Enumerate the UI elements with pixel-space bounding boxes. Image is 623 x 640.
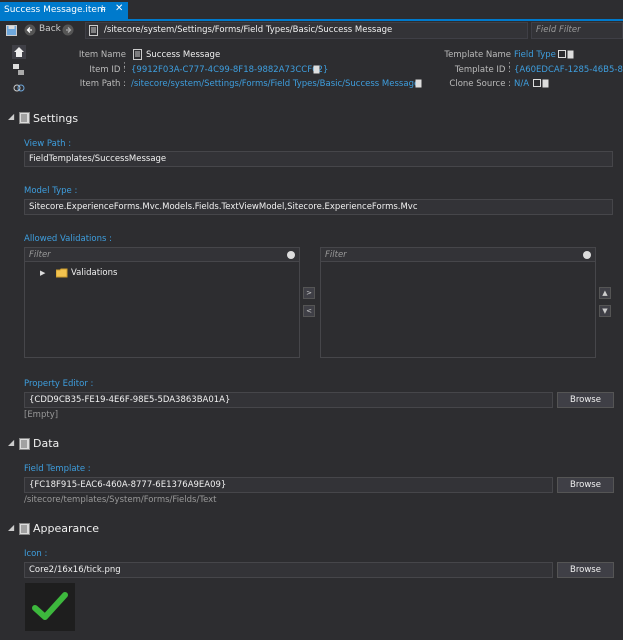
clone-source-icons[interactable] [533, 79, 549, 91]
open-template-icon[interactable] [558, 50, 574, 62]
save-icon[interactable] [6, 25, 17, 39]
back-button[interactable]: Back [39, 24, 61, 34]
field-template-input[interactable]: {FC18F915-EAC6-460A-8777-6E1376A9EA09} [24, 477, 553, 493]
tab-title: Success Message.item [4, 5, 106, 15]
close-icon[interactable]: ✕ [115, 3, 123, 14]
settings-section-title[interactable]: Settings [33, 112, 78, 125]
item-id-value: {9912F03A-C777-4C99-8F18-9882A73CCF62} [131, 65, 329, 75]
path-input[interactable]: /sitecore/system/Settings/Forms/Field Ty… [85, 22, 528, 39]
item-path-label: Item Path : [79, 79, 126, 89]
item-id-label: Item ID : [89, 65, 126, 75]
item-path-value[interactable]: /sitecore/system/Settings/Forms/Field Ty… [131, 79, 419, 89]
collapse-settings-icon[interactable]: ◢ [8, 112, 14, 121]
view-path-label: View Path : [24, 139, 72, 149]
icon-label: Icon : [24, 549, 48, 559]
icon-browse-button[interactable]: Browse [557, 562, 614, 578]
forward-arrow-icon[interactable] [62, 24, 74, 39]
document-icon [89, 25, 98, 39]
clone-source-label: Clone Source : [449, 79, 511, 89]
field-template-label: Field Template : [24, 464, 91, 474]
item-document-icon [133, 49, 142, 63]
right-filter-input[interactable]: Filter [321, 248, 595, 262]
collapse-appearance-icon[interactable]: ◢ [8, 523, 14, 532]
folder-icon [55, 268, 68, 281]
item-name-value: Success Message [146, 50, 221, 60]
property-editor-browse-button[interactable]: Browse [557, 392, 614, 408]
copy-path-icon[interactable] [415, 79, 422, 91]
back-arrow-icon[interactable] [24, 24, 36, 39]
right-filter-clear-icon[interactable] [583, 251, 591, 259]
template-id-label: Template ID : [454, 65, 511, 75]
field-template-sub: /sitecore/templates/System/Forms/Fields/… [24, 495, 217, 505]
move-up-button[interactable]: ▲ [599, 287, 611, 299]
hierarchy-icon[interactable] [13, 64, 25, 79]
collapse-data-icon[interactable]: ◢ [8, 438, 14, 447]
property-editor-label: Property Editor : [24, 379, 94, 389]
left-filter-input[interactable]: Filter [25, 248, 299, 262]
home-icon[interactable] [12, 45, 26, 59]
appearance-section-icon [19, 523, 30, 538]
move-down-button[interactable]: ▼ [599, 305, 611, 317]
links-icon[interactable] [13, 82, 25, 97]
template-id-value: {A60EDCAF-1285-46B5-838 [514, 65, 623, 75]
model-type-input[interactable]: Sitecore.ExperienceForms.Mvc.Models.Fiel… [24, 199, 613, 215]
data-section-icon [19, 438, 30, 453]
view-path-input[interactable]: FieldTemplates/SuccessMessage [24, 151, 613, 167]
expand-arrow-icon[interactable]: ▶ [40, 269, 45, 277]
settings-section-icon [19, 112, 30, 127]
field-filter-input[interactable]: Field Filter [531, 22, 623, 39]
model-type-label: Model Type : [24, 186, 78, 196]
left-filter-clear-icon[interactable] [287, 251, 295, 259]
property-editor-input[interactable]: {CDD9CB35-FE19-4E6F-98E5-5DA3863BA01A} [24, 392, 553, 408]
field-template-browse-button[interactable]: Browse [557, 477, 614, 493]
pin-icon[interactable]: ⊧ [101, 4, 106, 15]
tab-success-message[interactable]: Success Message.item ⊧ ✕ [0, 2, 128, 21]
icon-input[interactable]: Core2/16x16/tick.png [24, 562, 553, 578]
data-section-title[interactable]: Data [33, 437, 59, 450]
copy-icon[interactable] [313, 65, 320, 77]
allowed-validations-label: Allowed Validations : [24, 234, 112, 244]
add-right-button[interactable]: > [303, 287, 315, 299]
clone-source-value: N/A [514, 79, 530, 89]
template-name-link[interactable]: Field Type [514, 50, 556, 60]
tick-icon [25, 583, 75, 631]
remove-left-button[interactable]: < [303, 305, 315, 317]
property-editor-sub: [Empty] [24, 410, 59, 420]
appearance-section-title[interactable]: Appearance [33, 522, 99, 535]
available-validations-list[interactable]: Filter [24, 247, 300, 358]
selected-validations-list[interactable]: Filter [320, 247, 596, 358]
path-text: /sitecore/system/Settings/Forms/Field Ty… [104, 25, 393, 35]
tree-item-validations[interactable]: Validations [71, 268, 117, 278]
